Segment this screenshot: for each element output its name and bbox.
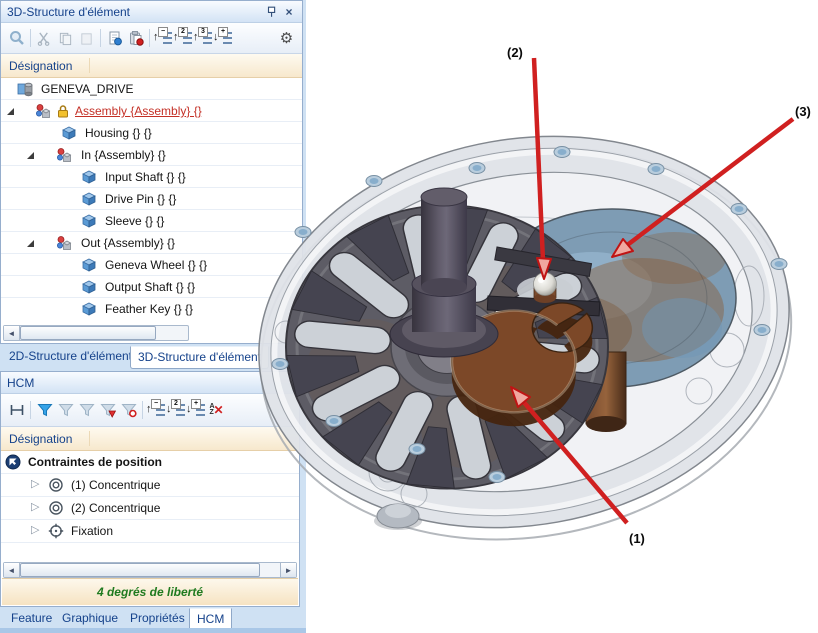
- annotation-label-3: (3): [795, 104, 811, 119]
- 3d-viewport[interactable]: (2) (3) (1): [0, 0, 818, 633]
- annotation-label-1: (1): [629, 531, 645, 546]
- application-window: 3D-Structure d'élément × ↑− ↑2 ↑3 ↓+ ⚙ D…: [0, 0, 818, 633]
- annotation-label-2: (2): [507, 45, 523, 60]
